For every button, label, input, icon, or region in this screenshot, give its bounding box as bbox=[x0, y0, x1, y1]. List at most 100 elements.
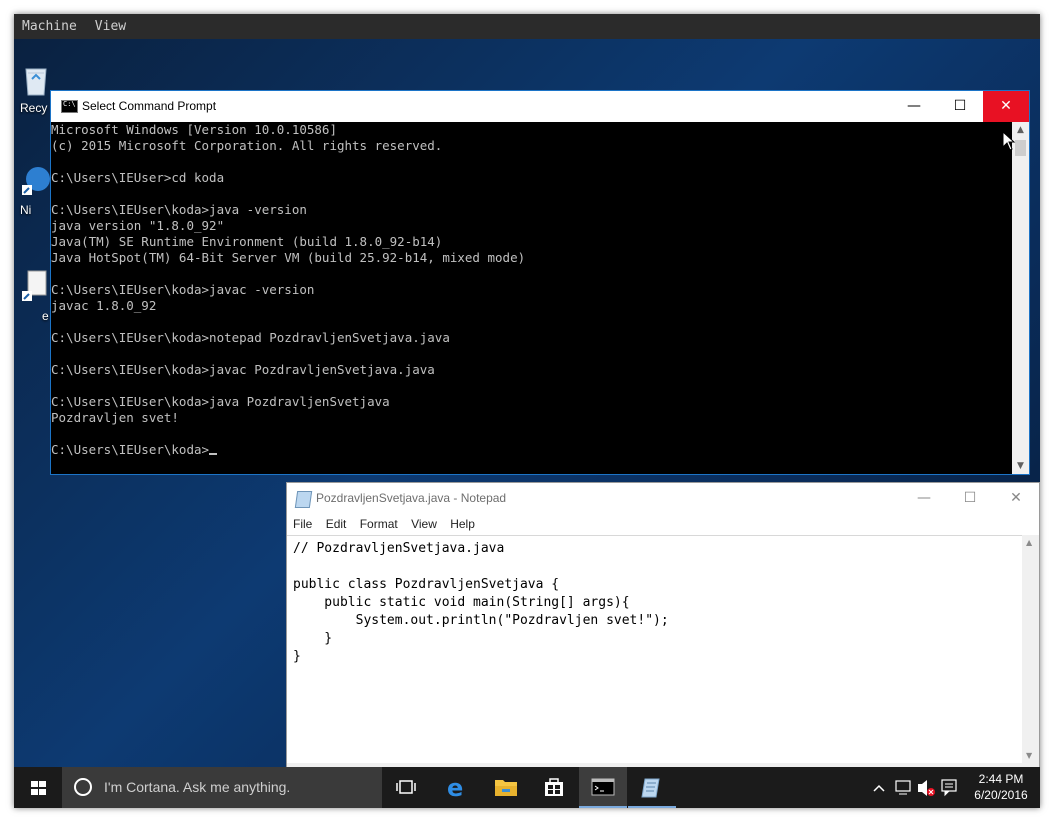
desktop-icon-label: e bbox=[42, 309, 49, 323]
notepad-taskbar-button[interactable] bbox=[628, 767, 676, 808]
cmd-line: C:\Users\IEUser>cd koda bbox=[51, 170, 225, 185]
cortana-search-box[interactable]: I'm Cortana. Ask me anything. bbox=[62, 767, 382, 808]
desktop-icon-label: Ni bbox=[20, 203, 32, 217]
minimize-button[interactable]: — bbox=[891, 91, 937, 122]
taskbar: I'm Cortana. Ask me anything. e 2:44 PM … bbox=[14, 767, 1040, 808]
edge-icon: e bbox=[447, 774, 463, 802]
notepad-icon bbox=[641, 778, 660, 798]
notepad-text-area[interactable]: // PozdravljenSvetjava.java public class… bbox=[287, 535, 1022, 763]
network-icon bbox=[895, 780, 911, 795]
desktop-icon-e[interactable]: e bbox=[20, 269, 54, 323]
code-line: } bbox=[293, 649, 301, 664]
clock-time: 2:44 PM bbox=[978, 772, 1024, 786]
task-view-button[interactable] bbox=[382, 767, 430, 808]
scroll-down-icon[interactable]: ▼ bbox=[1026, 751, 1032, 760]
notepad-icon bbox=[294, 491, 313, 508]
code-line: } bbox=[293, 631, 333, 646]
desktop-icon-recycle-bin[interactable]: Recy bbox=[20, 61, 54, 115]
cmd-line: Java HotSpot(TM) 64-Bit Server VM (build… bbox=[51, 250, 526, 265]
cmd-line bbox=[51, 266, 1012, 282]
menu-file[interactable]: File bbox=[293, 517, 312, 531]
command-prompt-window[interactable]: Select Command Prompt — ☐ ✕ Microsoft Wi… bbox=[50, 90, 1030, 475]
close-button[interactable]: ✕ bbox=[983, 91, 1029, 122]
taskbar-clock[interactable]: 2:44 PM 6/20/2016 bbox=[962, 771, 1040, 803]
start-button[interactable] bbox=[14, 767, 62, 808]
code-line: public class PozdravljenSvetjava { bbox=[293, 577, 560, 592]
menu-help[interactable]: Help bbox=[450, 517, 475, 531]
system-tray bbox=[870, 767, 960, 808]
cmd-line bbox=[51, 154, 1012, 170]
desktop-icon-label: Recy bbox=[20, 101, 48, 115]
notepad-title: PozdravljenSvetjava.java - Notepad bbox=[316, 491, 507, 505]
cmd-line: C:\Users\IEUser\koda>javac PozdravljenSv… bbox=[51, 362, 435, 377]
maximize-button[interactable]: ☐ bbox=[937, 91, 983, 122]
notepad-minimize-button[interactable]: — bbox=[901, 483, 947, 513]
scroll-up-icon[interactable]: ▲ bbox=[1026, 538, 1032, 547]
cmd-prompt-line[interactable]: C:\Users\IEUser\koda> bbox=[51, 442, 1012, 458]
store-icon bbox=[545, 778, 563, 796]
cmd-line bbox=[51, 426, 1012, 442]
notepad-close-button[interactable]: ✕ bbox=[993, 483, 1039, 513]
action-center-icon bbox=[941, 779, 957, 797]
edge-taskbar-button[interactable]: e bbox=[432, 767, 480, 808]
menu-view[interactable]: View bbox=[411, 517, 437, 531]
cmd-icon bbox=[61, 100, 78, 113]
notepad-titlebar[interactable]: PozdravljenSvetjava.java - Notepad — ☐ ✕ bbox=[287, 483, 1039, 513]
cmd-line: Pozdravljen svet! bbox=[51, 410, 179, 425]
menu-edit[interactable]: Edit bbox=[326, 517, 347, 531]
cmd-line: Microsoft Windows [Version 10.0.10586] bbox=[51, 122, 337, 137]
host-menu-view[interactable]: View bbox=[95, 19, 126, 34]
cmd-scrollbar[interactable]: ▲ ▼ bbox=[1012, 122, 1029, 474]
mouse-pointer-icon bbox=[1002, 131, 1016, 151]
cmd-output[interactable]: Microsoft Windows [Version 10.0.10586] (… bbox=[51, 122, 1012, 474]
notepad-maximize-button[interactable]: ☐ bbox=[947, 483, 993, 513]
scroll-down-icon[interactable]: ▼ bbox=[1012, 458, 1029, 474]
folder-icon bbox=[495, 780, 517, 796]
notepad-window[interactable]: PozdravljenSvetjava.java - Notepad — ☐ ✕… bbox=[286, 482, 1040, 767]
host-menu-machine[interactable]: Machine bbox=[22, 19, 77, 34]
cmd-title: Select Command Prompt bbox=[82, 99, 217, 113]
notepad-menubar: File Edit Format View Help bbox=[287, 513, 1039, 535]
cmd-prompt: C:\Users\IEUser\koda> bbox=[51, 442, 210, 457]
search-placeholder: I'm Cortana. Ask me anything. bbox=[104, 779, 291, 795]
scroll-thumb[interactable] bbox=[1015, 140, 1026, 156]
code-line: System.out.println("Pozdravljen svet!"); bbox=[293, 613, 669, 628]
tray-icons bbox=[873, 779, 957, 797]
cmd-line: java version "1.8.0_92" bbox=[51, 218, 225, 233]
show-hidden-icons-icon bbox=[873, 784, 885, 792]
cmd-titlebar[interactable]: Select Command Prompt — ☐ ✕ bbox=[51, 91, 1029, 122]
notepad-vertical-scrollbar[interactable]: ▲ ▼ bbox=[1022, 535, 1039, 763]
store-button[interactable] bbox=[530, 767, 578, 808]
cmd-line bbox=[51, 346, 1012, 362]
volume-muted-icon bbox=[918, 780, 935, 796]
cmd-line: javac 1.8.0_92 bbox=[51, 298, 157, 313]
svg-text:e: e bbox=[447, 774, 463, 802]
desktop-icon-ni[interactable]: Ni bbox=[20, 163, 54, 217]
cmd-line: C:\Users\IEUser\koda>java -version bbox=[51, 202, 307, 217]
menu-format[interactable]: Format bbox=[360, 517, 398, 531]
task-view-icon bbox=[396, 780, 416, 794]
clock-date: 6/20/2016 bbox=[974, 788, 1028, 802]
recycle-bin-icon bbox=[25, 68, 47, 96]
cmd-line: C:\Users\IEUser\koda>notepad Pozdravljen… bbox=[51, 330, 450, 345]
host-menubar: Machine View bbox=[14, 14, 1040, 39]
cmd-line: C:\Users\IEUser\koda>java PozdravljenSve… bbox=[51, 394, 390, 409]
command-prompt-taskbar-button[interactable] bbox=[579, 767, 627, 808]
cmd-line bbox=[51, 378, 1012, 394]
file-explorer-button[interactable] bbox=[482, 767, 530, 808]
cmd-line bbox=[51, 186, 1012, 202]
cmd-line: (c) 2015 Microsoft Corporation. All righ… bbox=[51, 138, 443, 153]
document-shortcut-icon bbox=[22, 270, 47, 301]
cmd-line: C:\Users\IEUser\koda>javac -version bbox=[51, 282, 315, 297]
cmd-line bbox=[51, 314, 1012, 330]
edge-shortcut-icon bbox=[22, 167, 50, 195]
vm-window: Machine View Recy Ni e C:\ Select Comman… bbox=[14, 14, 1040, 808]
desktop: Recy Ni e Select Command Prompt — bbox=[14, 39, 1040, 767]
code-line: public static void main(String[] args){ bbox=[293, 595, 630, 610]
cmd-line: Java(TM) SE Runtime Environment (build 1… bbox=[51, 234, 443, 249]
windows-logo-icon bbox=[31, 781, 46, 795]
code-line: // PozdravljenSvetjava.java bbox=[293, 541, 505, 556]
cortana-icon bbox=[74, 778, 92, 796]
cmd-icon bbox=[591, 778, 615, 796]
